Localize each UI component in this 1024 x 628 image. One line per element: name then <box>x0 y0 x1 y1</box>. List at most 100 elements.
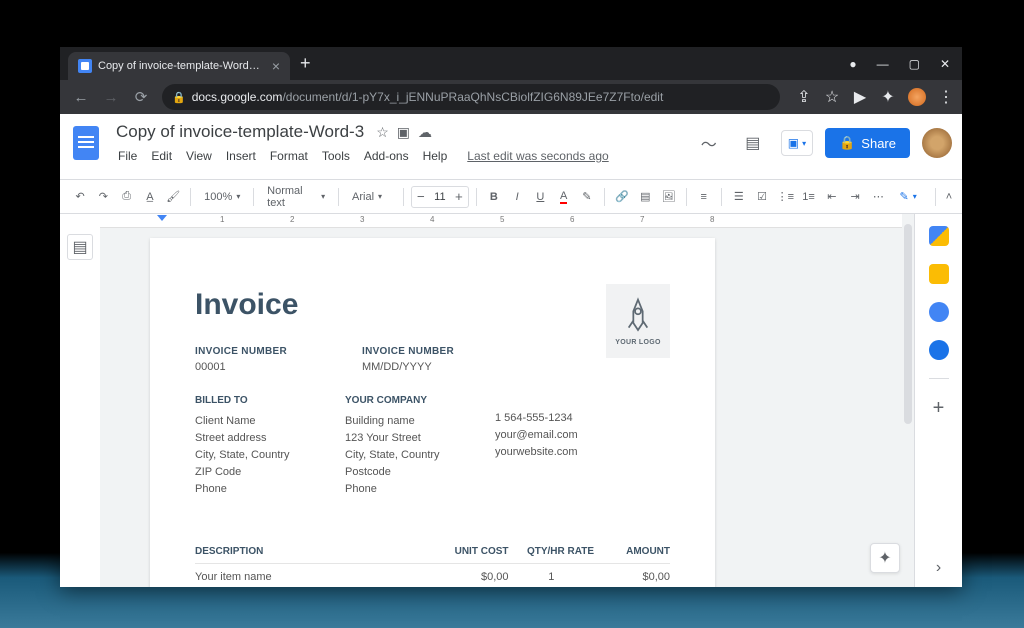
window-controls: ● — ▢ ✕ <box>849 57 962 71</box>
comment-button[interactable]: ▤ <box>635 185 655 209</box>
th-amount: AMOUNT <box>594 540 670 564</box>
indent-button[interactable]: ⇥ <box>845 185 865 209</box>
menu-help[interactable]: Help <box>417 146 454 166</box>
tab-title: Copy of invoice-template-Word… <box>98 60 260 72</box>
lock-icon: 🔒 <box>839 135 855 151</box>
present-button[interactable]: ▣ ▾ <box>781 130 813 156</box>
items-table: DESCRIPTION UNIT COST QTY/HR RATE AMOUNT… <box>195 540 670 587</box>
url-input[interactable]: 🔒 docs.google.com/document/d/1-pY7x_i_jE… <box>162 84 780 110</box>
logo-text: YOUR LOGO <box>615 339 660 346</box>
redo-button[interactable]: ↷ <box>93 185 113 209</box>
logo-placeholder[interactable]: YOUR LOGO <box>606 284 670 358</box>
line-spacing-button[interactable]: ☰ <box>729 185 749 209</box>
cloud-status-icon[interactable]: ☁ <box>418 124 432 141</box>
share-button[interactable]: 🔒 Share <box>825 128 910 158</box>
menu-view[interactable]: View <box>180 146 218 166</box>
collapse-panel-button[interactable]: › <box>936 559 941 577</box>
profile-avatar-icon[interactable] <box>908 88 926 106</box>
ruler[interactable]: 1 2 3 4 5 6 7 8 <box>100 214 902 228</box>
underline-button[interactable]: U <box>530 185 550 209</box>
align-button[interactable]: ≡ <box>694 185 714 209</box>
move-icon[interactable]: ▣ <box>397 124 410 141</box>
maximize-icon[interactable]: ▢ <box>909 57 920 71</box>
calendar-app-icon[interactable] <box>929 226 949 246</box>
document-area[interactable]: 1 2 3 4 5 6 7 8 YOUR LOGO <box>100 214 902 587</box>
url-path: /document/d/1-pY7x_i_jENNuPRaaQhNsCBiolf… <box>282 90 663 104</box>
bulleted-list-button[interactable]: ⋮≡ <box>775 185 795 209</box>
extensions-icon[interactable]: ✦ <box>880 89 896 105</box>
rocket-icon <box>624 297 652 335</box>
extension-1-icon[interactable]: ▶ <box>852 89 868 105</box>
collapse-toolbar-button[interactable]: ˄ <box>946 191 952 203</box>
checklist-button[interactable]: ☑ <box>752 185 772 209</box>
browser-window: Copy of invoice-template-Word… × + ● — ▢… <box>60 47 962 587</box>
activity-icon[interactable]: 〜 <box>693 127 725 159</box>
lock-icon: 🔒 <box>172 91 186 104</box>
outline-button[interactable]: ▤ <box>67 234 93 260</box>
document-page[interactable]: YOUR LOGO Invoice INVOICE NUMBER 00001 I… <box>150 238 715 587</box>
invoice-heading: Invoice <box>195 288 670 322</box>
docs-home-button[interactable] <box>70 123 102 163</box>
text-color-button[interactable]: A <box>554 185 574 209</box>
comments-icon[interactable]: ▤ <box>737 127 769 159</box>
outdent-button[interactable]: ⇤ <box>822 185 842 209</box>
close-window-icon[interactable]: ✕ <box>940 57 950 71</box>
workspace: ▤ 1 2 3 4 5 6 7 8 <box>60 214 962 587</box>
table-row: Your item name$0,001$0,00 <box>195 563 670 587</box>
undo-button[interactable]: ↶ <box>70 185 90 209</box>
menu-icon[interactable]: ⋮ <box>938 89 954 105</box>
company-contact-block: 1 564-555-1234 your@email.com yourwebsit… <box>495 393 578 498</box>
link-button[interactable]: 🔗 <box>612 185 632 209</box>
reload-button[interactable]: ⟳ <box>128 84 154 110</box>
keep-app-icon[interactable] <box>929 264 949 284</box>
menu-edit[interactable]: Edit <box>145 146 178 166</box>
scroll-thumb[interactable] <box>904 224 912 424</box>
bookmark-icon[interactable]: ☆ <box>824 89 840 105</box>
invoice-date-block: INVOICE NUMBER MM/DD/YYYY <box>362 346 454 373</box>
menu-file[interactable]: File <box>112 146 143 166</box>
highlight-button[interactable]: ✎ <box>577 185 597 209</box>
style-dropdown[interactable]: Normal text▾ <box>261 182 331 212</box>
star-icon[interactable]: ☆ <box>376 124 389 141</box>
font-size-decrease[interactable]: − <box>412 187 430 207</box>
image-button[interactable]: 🖼 <box>658 185 678 209</box>
forward-button[interactable]: → <box>98 84 124 110</box>
contacts-app-icon[interactable] <box>929 340 949 360</box>
pencil-icon: ✎ <box>899 190 908 203</box>
more-button[interactable]: ⋯ <box>868 185 888 209</box>
add-addon-button[interactable]: + <box>933 397 945 420</box>
share-icon[interactable]: ⇪ <box>796 89 812 105</box>
font-size-input[interactable] <box>430 191 450 203</box>
tasks-app-icon[interactable] <box>929 302 949 322</box>
print-button[interactable]: ⎙ <box>117 185 137 209</box>
close-tab-icon[interactable]: × <box>272 58 280 74</box>
record-icon[interactable]: ● <box>849 57 856 71</box>
menu-insert[interactable]: Insert <box>220 146 262 166</box>
account-avatar[interactable] <box>922 128 952 158</box>
new-tab-button[interactable]: + <box>300 53 311 74</box>
spellcheck-button[interactable]: A̲ <box>140 185 160 209</box>
font-size-increase[interactable]: + <box>450 187 468 207</box>
document-title[interactable]: Copy of invoice-template-Word-3 <box>112 120 368 144</box>
editing-mode-button[interactable]: ✎ ▾ <box>891 186 924 207</box>
share-label: Share <box>861 136 896 151</box>
font-size-stepper[interactable]: − + <box>411 186 469 208</box>
bold-button[interactable]: B <box>484 185 504 209</box>
side-panel: + › <box>914 214 962 587</box>
explore-button[interactable]: ✦ <box>870 543 900 573</box>
last-edit-link[interactable]: Last edit was seconds ago <box>461 146 614 166</box>
zoom-dropdown[interactable]: 100%▾ <box>198 188 246 206</box>
font-dropdown[interactable]: Arial▾ <box>346 188 396 206</box>
numbered-list-button[interactable]: 1≡ <box>798 185 818 209</box>
paint-format-button[interactable]: 🖌 <box>163 185 183 209</box>
vertical-scrollbar[interactable] <box>902 214 914 587</box>
minimize-icon[interactable]: — <box>877 57 889 71</box>
menu-format[interactable]: Format <box>264 146 314 166</box>
italic-button[interactable]: I <box>507 185 527 209</box>
menu-tools[interactable]: Tools <box>316 146 356 166</box>
menu-addons[interactable]: Add-ons <box>358 146 415 166</box>
docs-favicon <box>78 59 92 73</box>
back-button[interactable]: ← <box>68 84 94 110</box>
indent-marker-icon[interactable] <box>157 215 167 221</box>
browser-tab[interactable]: Copy of invoice-template-Word… × <box>68 52 290 80</box>
